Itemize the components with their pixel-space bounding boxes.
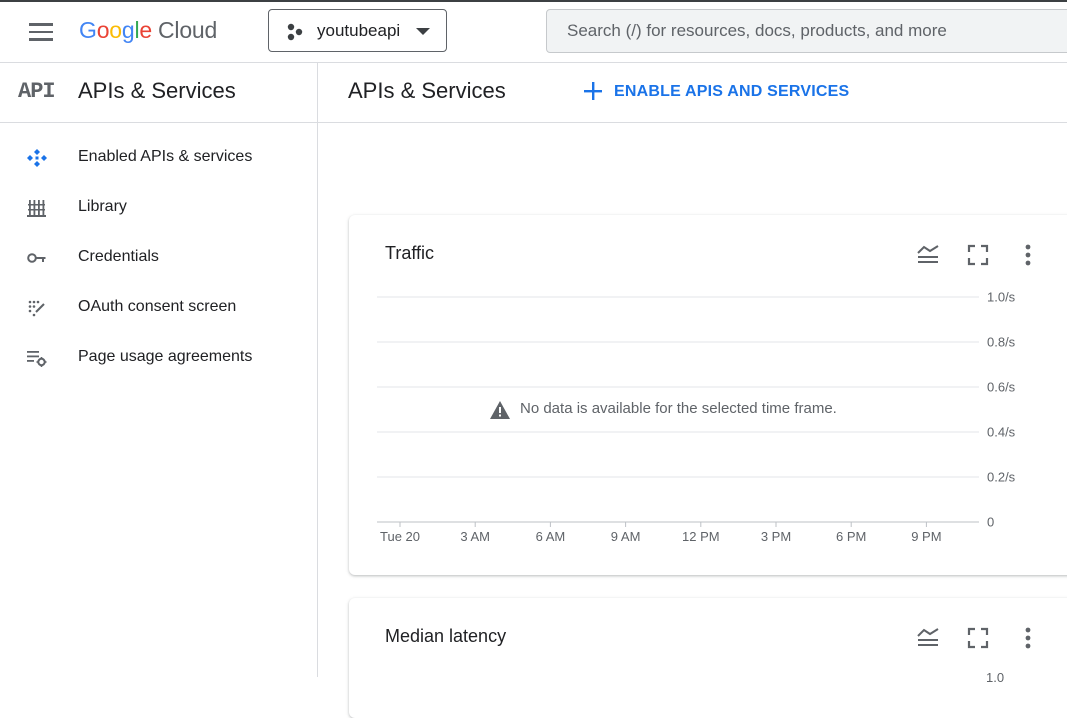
key-icon [27, 253, 46, 263]
page-header: APIs & Services ENABLE APIS AND SERVICES [318, 63, 1067, 123]
settings-list-icon [27, 351, 47, 367]
y-tick-label: 0 [987, 515, 994, 530]
logo-letter: g [121, 17, 135, 43]
logo-letter: G [79, 17, 97, 43]
x-tick-label: Tue 20 [380, 529, 420, 544]
project-name: youtubeapi [317, 21, 401, 40]
traffic-chart: 0 0.2/s 0.4/s 0.6/s 0.8/s 1.0/s Tue 20 3 AM 6 AM… [377, 290, 1016, 544]
no-data-text: No data is available for the selected ti… [520, 400, 837, 417]
chevron-down-icon [416, 28, 430, 35]
top-border [0, 0, 1067, 2]
sidebar-header: API APIs & Services [0, 63, 317, 123]
median-latency-card: Median latency 1.0 [349, 598, 1067, 718]
x-tick-label: 9 AM [611, 529, 641, 544]
x-tick-label: 12 PM [682, 529, 720, 544]
top-bar: Google Cloud youtubeapi [0, 0, 1067, 63]
project-picker[interactable]: youtubeapi [268, 9, 447, 52]
logo-letter: e [139, 17, 152, 43]
x-tick-label: 3 PM [761, 529, 791, 544]
y-tick-label: 0.4/s [987, 425, 1016, 440]
latency-y-tick: 1.0 [986, 670, 1005, 685]
sidebar-title: APIs & Services [78, 78, 236, 103]
sidebar-item-label: OAuth consent screen [78, 298, 237, 315]
enable-apis-label: ENABLE APIS AND SERVICES [614, 83, 850, 100]
enabled-apis-icon [27, 149, 47, 167]
plus-icon [584, 82, 602, 100]
x-tick-label: 6 PM [836, 529, 866, 544]
y-tick-label: 0.2/s [987, 470, 1016, 485]
sidebar-item-label: Enabled APIs & services [78, 148, 253, 165]
fullscreen-icon[interactable] [966, 626, 990, 650]
search-input[interactable] [546, 9, 1067, 53]
warning-icon [490, 401, 510, 419]
sidebar-item-oauth-consent[interactable]: OAuth consent screen [0, 283, 317, 333]
api-icon: API [18, 79, 56, 104]
google-wordmark: Google [79, 17, 152, 43]
x-tick-label: 9 PM [911, 529, 941, 544]
sidebar-item-page-usage[interactable]: Page usage agreements [0, 333, 317, 383]
google-cloud-logo[interactable]: Google Cloud [79, 17, 217, 44]
sidebar: API APIs & Services Enabled APIs & servi… [0, 63, 318, 677]
traffic-card: Traffic 0 0.2/s 0.4/s 0.6/s 0.8/s 1.0/s Tue 20… [349, 215, 1067, 575]
logo-letter: o [96, 17, 110, 43]
more-options-icon[interactable] [1016, 626, 1040, 650]
oauth-icon [28, 300, 45, 317]
logo-letter: o [109, 17, 122, 43]
sidebar-item-label: Credentials [78, 248, 159, 265]
project-hierarchy-icon [287, 23, 303, 41]
sidebar-item-library[interactable]: Library [0, 183, 317, 233]
x-tick-label: 6 AM [536, 529, 566, 544]
card-title: Median latency [385, 626, 507, 646]
y-tick-label: 0.6/s [987, 380, 1016, 395]
sidebar-item-enabled-apis[interactable]: Enabled APIs & services [0, 133, 317, 183]
sidebar-item-label: Library [78, 198, 127, 215]
y-tick-label: 1.0/s [987, 290, 1016, 305]
cloud-wordmark: Cloud [158, 17, 218, 43]
x-tick-label: 3 AM [460, 529, 490, 544]
main-menu-button[interactable] [24, 18, 58, 46]
sidebar-item-label: Page usage agreements [78, 348, 253, 365]
legend-toggle-icon[interactable] [916, 626, 940, 650]
y-tick-label: 0.8/s [987, 335, 1016, 350]
page-title: APIs & Services [348, 78, 506, 103]
library-icon [27, 200, 46, 217]
sidebar-item-credentials[interactable]: Credentials [0, 233, 317, 283]
